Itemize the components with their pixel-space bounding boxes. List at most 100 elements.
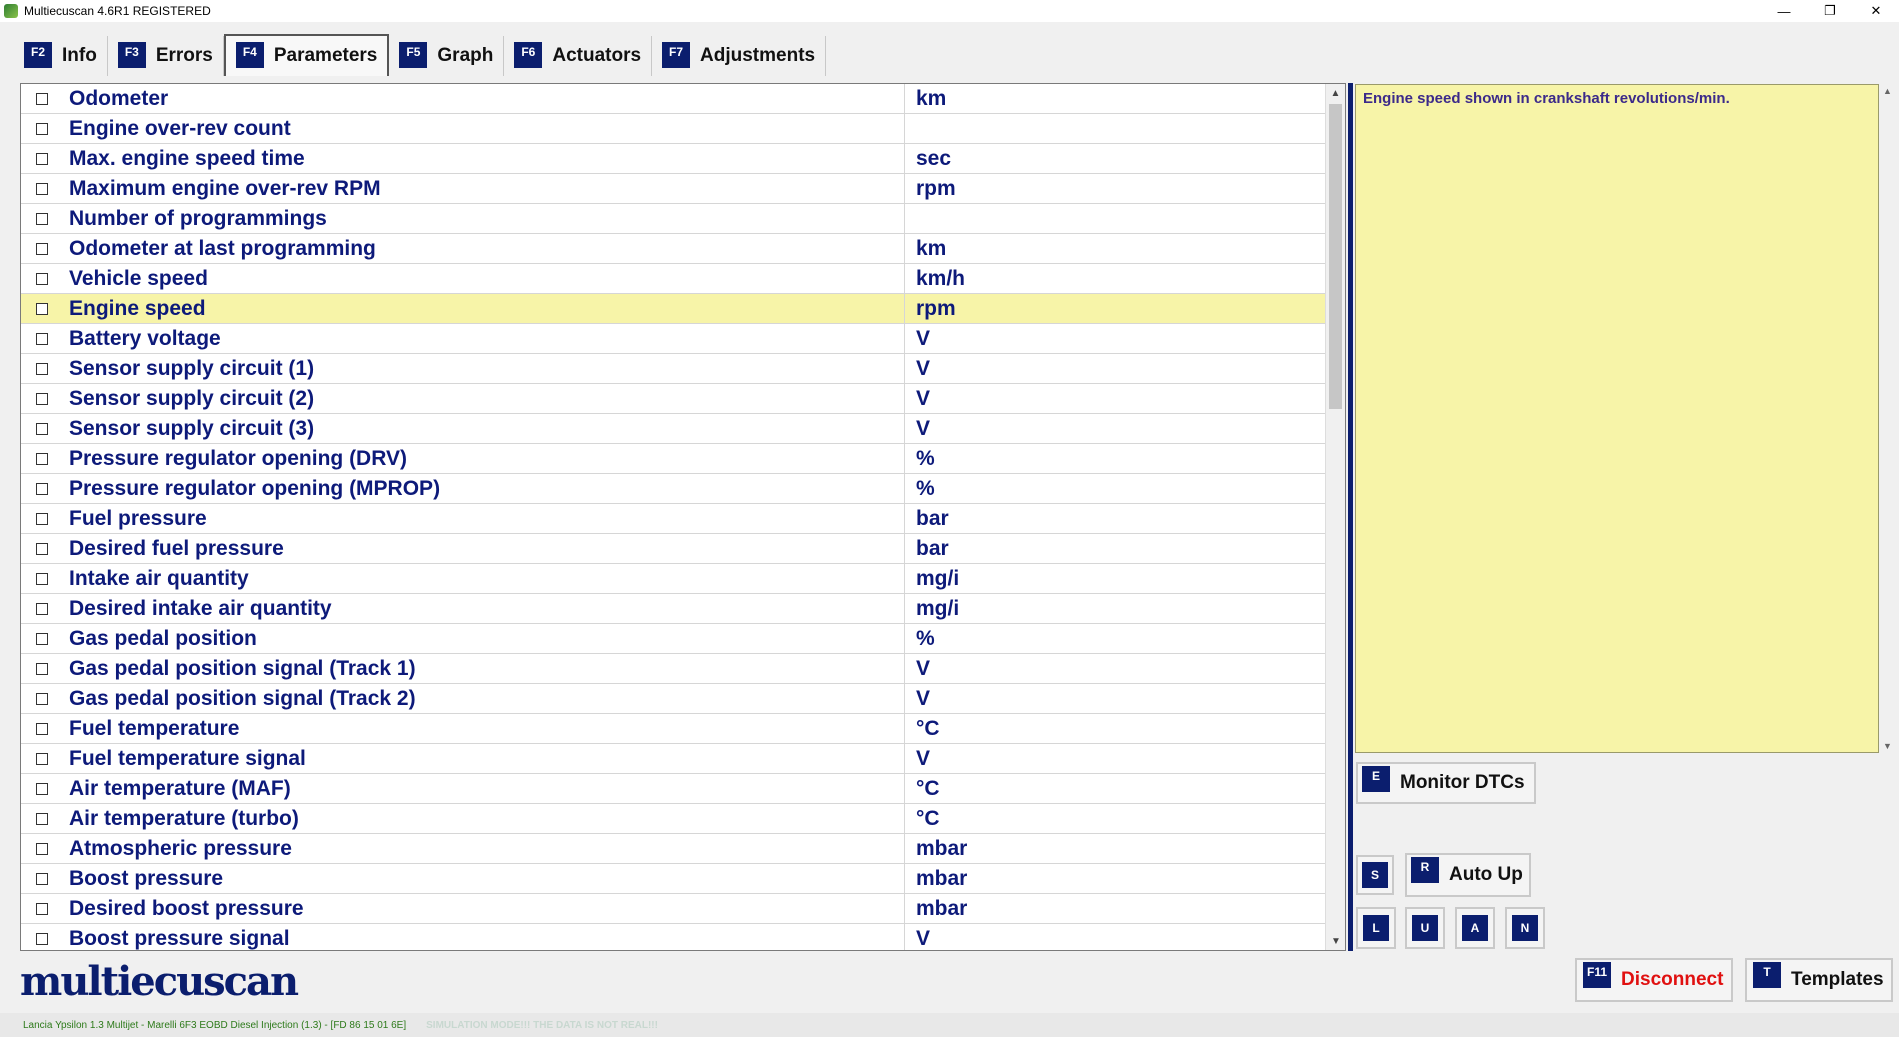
table-row[interactable]: Fuel temperature signal V [21, 743, 1325, 774]
tab-actuators[interactable]: F6 Actuators [504, 36, 653, 76]
n-button[interactable]: N [1505, 907, 1545, 949]
table-row[interactable]: Fuel pressure bar [21, 503, 1325, 534]
parameter-checkbox[interactable] [36, 542, 48, 555]
parameter-unit [905, 204, 1325, 234]
parameter-checkbox[interactable] [36, 182, 48, 195]
parameter-checkbox[interactable] [36, 932, 48, 945]
parameter-checkbox[interactable] [36, 362, 48, 375]
tab-graph[interactable]: F5 Graph [389, 36, 505, 76]
s-button[interactable]: S [1356, 855, 1394, 895]
parameter-unit: mbar [916, 896, 968, 920]
table-row[interactable]: Gas pedal position signal (Track 1) V [21, 653, 1325, 684]
close-button[interactable]: ✕ [1853, 0, 1899, 22]
scroll-down-icon[interactable]: ▼ [1883, 741, 1892, 751]
table-row[interactable]: Gas pedal position% [21, 623, 1325, 654]
tab-adjustments[interactable]: F7 Adjustments [652, 36, 827, 76]
parameter-unit: mg/i [916, 566, 960, 590]
scroll-down-icon[interactable]: ▼ [1326, 932, 1346, 950]
table-row[interactable]: Desired boost pressure mbar [21, 893, 1325, 924]
monitor-dtcs-button[interactable]: E Monitor DTCs [1356, 762, 1536, 804]
e-key-icon: E [1362, 766, 1390, 792]
parameter-checkbox[interactable] [36, 572, 48, 585]
table-row[interactable]: Desired fuel pressure bar [21, 533, 1325, 564]
table-row[interactable]: Engine over-rev count [21, 113, 1325, 144]
tab-bar: F2 Info F3 Errors F4 Parameters F5 Graph… [14, 34, 827, 76]
parameter-name: Fuel pressure [63, 503, 905, 534]
description-scrollbar[interactable]: ▲ ▼ [1881, 84, 1895, 753]
table-row[interactable]: Boost pressure mbar [21, 863, 1325, 894]
grid-scrollbar[interactable]: ▲ ▼ [1325, 84, 1345, 950]
table-row[interactable]: Air temperature (MAF) °C [21, 773, 1325, 804]
table-row[interactable]: Desired intake air quantity mg/i [21, 593, 1325, 624]
parameter-unit: °C [916, 776, 940, 800]
parameter-unit: V [916, 416, 931, 440]
parameter-checkbox[interactable] [36, 92, 48, 105]
parameter-checkbox[interactable] [36, 902, 48, 915]
table-row[interactable]: Sensor supply circuit (1) V [21, 353, 1325, 384]
parameter-checkbox[interactable] [36, 332, 48, 345]
parameter-checkbox[interactable] [36, 242, 48, 255]
parameter-checkbox[interactable] [36, 422, 48, 435]
a-button[interactable]: A [1455, 907, 1495, 949]
table-row[interactable]: Maximum engine over-rev RPM rpm [21, 173, 1325, 204]
parameter-checkbox[interactable] [36, 302, 48, 315]
scroll-thumb[interactable] [1329, 104, 1342, 409]
l-button[interactable]: L [1356, 907, 1396, 949]
restore-button[interactable]: ❐ [1807, 0, 1853, 22]
parameter-checkbox[interactable] [36, 122, 48, 135]
parameter-checkbox[interactable] [36, 722, 48, 735]
parameter-name: Air temperature (MAF) [63, 773, 905, 804]
table-row[interactable]: Pressure regulator opening (DRV)% [21, 443, 1325, 474]
panel-separator[interactable] [1348, 83, 1353, 951]
parameter-checkbox[interactable] [36, 752, 48, 765]
table-row[interactable]: Battery voltage V [21, 323, 1325, 354]
t-key-icon: T [1753, 962, 1781, 988]
parameter-checkbox[interactable] [36, 212, 48, 225]
table-row[interactable]: Odometer km [21, 84, 1325, 114]
table-row[interactable]: Odometer at last programming km [21, 233, 1325, 264]
parameter-checkbox[interactable] [36, 272, 48, 285]
parameter-checkbox[interactable] [36, 482, 48, 495]
scroll-up-icon[interactable]: ▲ [1326, 84, 1345, 102]
minimize-button[interactable]: — [1761, 0, 1807, 22]
u-button[interactable]: U [1405, 907, 1445, 949]
parameter-checkbox[interactable] [36, 512, 48, 525]
table-row[interactable]: Number of programmings [21, 203, 1325, 234]
table-row[interactable]: Vehicle speed km/h [21, 263, 1325, 294]
table-row[interactable]: Max. engine speed time sec [21, 143, 1325, 174]
parameter-checkbox[interactable] [36, 782, 48, 795]
parameters-grid: Odometer km Engine over-rev count Max. engi… [20, 83, 1346, 951]
templates-button[interactable]: T Templates [1745, 958, 1893, 1002]
parameter-checkbox[interactable] [36, 842, 48, 855]
parameter-checkbox[interactable] [36, 692, 48, 705]
parameter-unit: V [916, 746, 931, 770]
checkbox-cell [21, 872, 63, 885]
auto-up-button[interactable]: R Auto Up [1405, 853, 1531, 897]
l-key-icon: L [1363, 915, 1389, 941]
parameter-checkbox[interactable] [36, 662, 48, 675]
table-row[interactable]: Fuel temperature °C [21, 713, 1325, 744]
parameter-checkbox[interactable] [36, 632, 48, 645]
parameter-checkbox[interactable] [36, 602, 48, 615]
table-row[interactable]: Pressure regulator opening (MPROP)% [21, 473, 1325, 504]
tab-info[interactable]: F2 Info [14, 36, 108, 76]
parameter-unit: rpm [916, 296, 956, 320]
parameter-checkbox[interactable] [36, 452, 48, 465]
parameter-checkbox[interactable] [36, 812, 48, 825]
tab-label: Info [62, 45, 97, 66]
table-row[interactable]: Engine speed rpm [21, 293, 1325, 324]
scroll-up-icon[interactable]: ▲ [1883, 86, 1892, 96]
table-row[interactable]: Boost pressure signal V [21, 923, 1325, 950]
table-row[interactable]: Intake air quantity mg/i [21, 563, 1325, 594]
parameter-checkbox[interactable] [36, 152, 48, 165]
table-row[interactable]: Sensor supply circuit (3) V [21, 413, 1325, 444]
table-row[interactable]: Sensor supply circuit (2) V [21, 383, 1325, 414]
parameter-checkbox[interactable] [36, 392, 48, 405]
table-row[interactable]: Atmospheric pressure mbar [21, 833, 1325, 864]
disconnect-button[interactable]: F11 Disconnect [1575, 958, 1733, 1002]
parameter-checkbox[interactable] [36, 872, 48, 885]
table-row[interactable]: Gas pedal position signal (Track 2) V [21, 683, 1325, 714]
tab-errors[interactable]: F3 Errors [108, 36, 224, 76]
table-row[interactable]: Air temperature (turbo) °C [21, 803, 1325, 834]
tab-parameters[interactable]: F4 Parameters [223, 34, 390, 76]
